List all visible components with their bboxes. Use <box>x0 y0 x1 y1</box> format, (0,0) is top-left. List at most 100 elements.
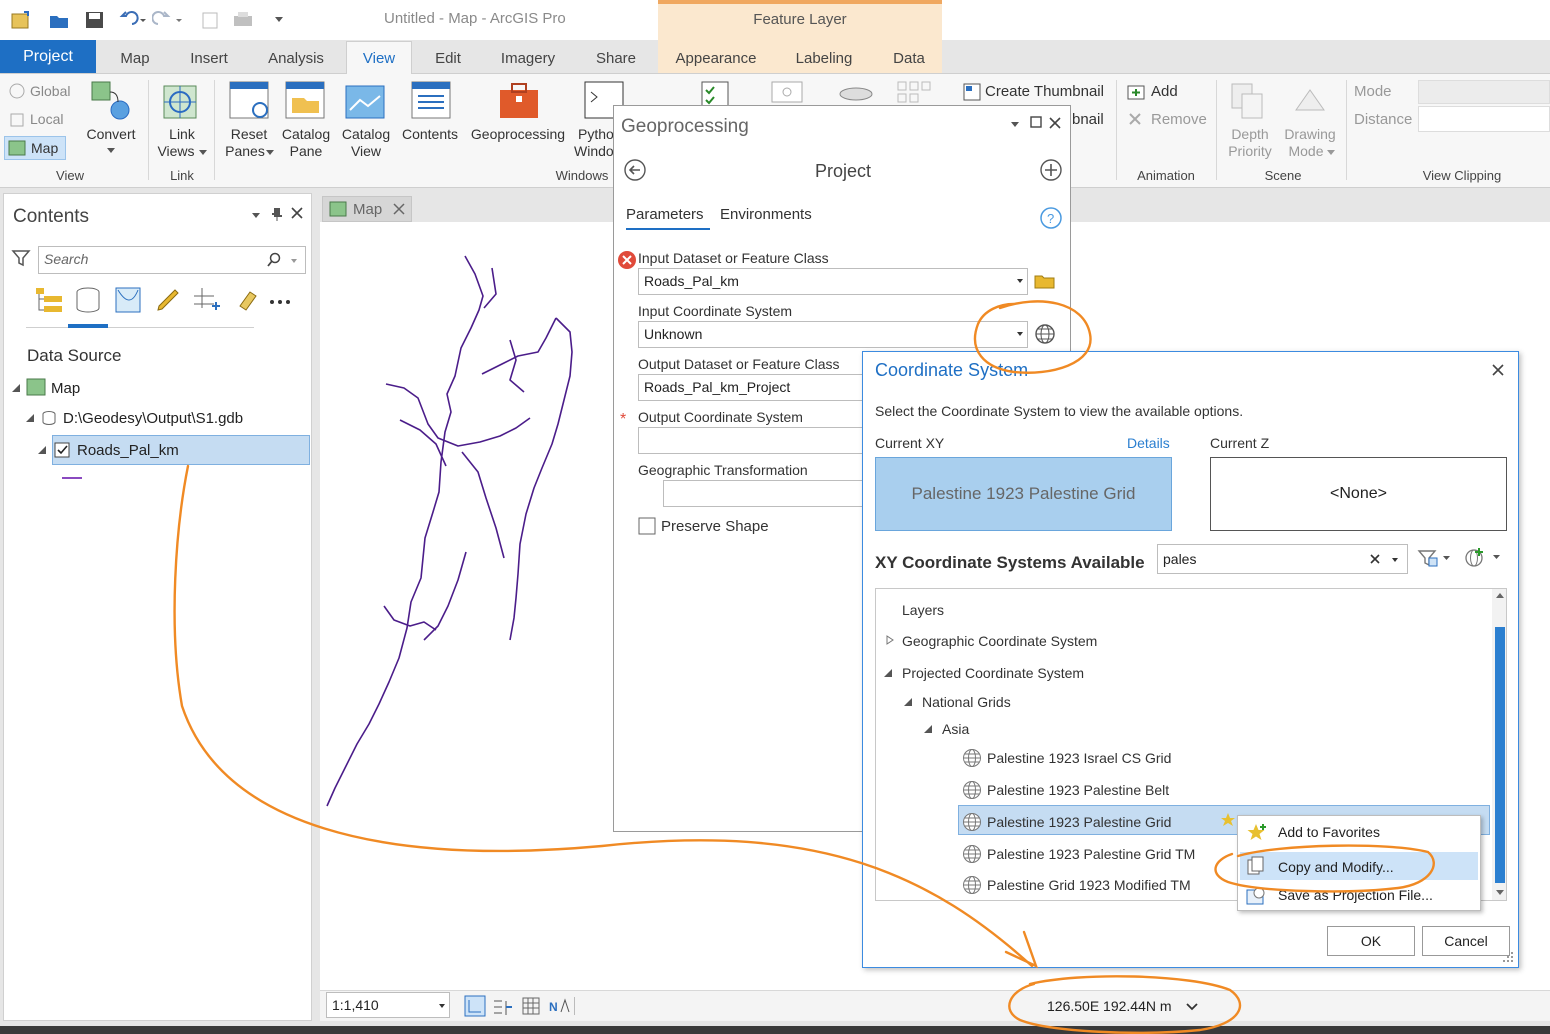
tree-geographic[interactable]: Geographic Coordinate System <box>902 633 1097 649</box>
details-link[interactable]: Details <box>1127 435 1170 451</box>
cancel-button[interactable]: Cancel <box>1422 926 1510 956</box>
tab-parameters[interactable]: Parameters <box>626 206 704 223</box>
tree-item-modified-tm[interactable]: Palestine Grid 1923 Modified TM <box>987 877 1191 893</box>
list-by-selection-icon[interactable] <box>114 286 142 314</box>
collapse-icon[interactable] <box>904 697 914 707</box>
chevron-down-icon[interactable] <box>290 258 298 264</box>
tab-edit[interactable]: Edit <box>424 44 472 74</box>
more-options-icon[interactable] <box>268 298 292 306</box>
tab-environments[interactable]: Environments <box>720 206 812 223</box>
scroll-up-icon[interactable] <box>1495 591 1505 599</box>
scroll-down-icon[interactable] <box>1495 889 1505 897</box>
geoprocessing-button[interactable]: Geoprocessing <box>466 126 570 143</box>
list-by-data-source-icon[interactable] <box>74 286 102 314</box>
tab-analysis[interactable]: Analysis <box>258 44 334 74</box>
toolbox-icon[interactable] <box>498 82 540 120</box>
scrollbar-thumb[interactable] <box>1495 627 1505 883</box>
open-project-icon[interactable] <box>48 10 70 30</box>
chevron-down-icon[interactable] <box>251 211 261 219</box>
tab-view[interactable]: View <box>346 41 412 74</box>
customize-toolbar-icon[interactable] <box>274 14 284 24</box>
input-dataset-field[interactable]: Roads_Pal_km <box>638 268 1028 295</box>
clipboard-icon[interactable] <box>200 10 220 30</box>
layer-icon[interactable] <box>836 82 876 106</box>
list-by-labeling-icon[interactable] <box>234 286 262 314</box>
reset-panes-icon[interactable] <box>228 80 270 122</box>
list-by-drawing-order-icon[interactable] <box>34 286 64 314</box>
clip-distance-input[interactable] <box>1418 106 1550 132</box>
tree-item-palestine-belt[interactable]: Palestine 1923 Palestine Belt <box>987 782 1169 798</box>
chevron-down-icon[interactable] <box>1016 331 1024 337</box>
tree-national-grids[interactable]: National Grids <box>922 694 1011 710</box>
close-icon[interactable] <box>1491 363 1505 377</box>
undo-icon[interactable] <box>116 10 146 30</box>
line-symbol-icon[interactable] <box>60 476 84 480</box>
print-icon[interactable] <box>232 10 254 30</box>
tab-labeling[interactable]: Labeling <box>786 44 862 74</box>
close-icon[interactable] <box>1048 116 1062 130</box>
tree-item-geodatabase[interactable]: D:\Geodesy\Output\S1.gdb <box>63 410 243 427</box>
resize-grip-icon[interactable] <box>1503 952 1515 964</box>
search-icon[interactable] <box>266 252 282 268</box>
collapse-icon[interactable] <box>26 413 36 423</box>
grid-icon[interactable] <box>896 80 932 106</box>
filter-icon[interactable] <box>11 248 31 268</box>
contents-button[interactable]: Contents <box>398 126 462 143</box>
local-button[interactable]: Local <box>30 111 63 128</box>
link-views-icon[interactable] <box>158 80 202 124</box>
list-by-editing-icon[interactable] <box>154 286 182 314</box>
tab-imagery[interactable]: Imagery <box>490 44 566 74</box>
tree-item-map[interactable]: Map <box>51 380 80 397</box>
chevron-down-icon[interactable] <box>1391 557 1399 563</box>
current-z-box[interactable]: <None> <box>1210 457 1507 531</box>
collapse-icon[interactable] <box>12 383 22 393</box>
remove-animation-button[interactable]: Remove <box>1151 111 1207 128</box>
tab-data[interactable]: Data <box>882 44 936 74</box>
catalog-pane-label-2[interactable]: Pane <box>278 143 334 160</box>
chevron-down-icon[interactable] <box>1010 120 1020 128</box>
filter-icon[interactable] <box>1417 548 1453 568</box>
add-coordinate-system-icon[interactable] <box>1463 546 1503 568</box>
add-animation-button[interactable]: Add <box>1151 83 1178 100</box>
save-icon[interactable] <box>84 10 106 30</box>
tab-insert[interactable]: Insert <box>178 44 240 74</box>
tree-projected[interactable]: Projected Coordinate System <box>902 665 1084 681</box>
catalog-view-label-2[interactable]: View <box>338 143 394 160</box>
tab-share[interactable]: Share <box>588 44 644 74</box>
add-icon[interactable] <box>1040 159 1062 181</box>
chevron-down-icon[interactable] <box>438 1003 446 1009</box>
tree-asia[interactable]: Asia <box>942 721 969 737</box>
catalog-pane-icon[interactable] <box>284 80 326 122</box>
input-cs-field[interactable]: Unknown <box>638 321 1028 348</box>
tree-item-palestine-grid-tm[interactable]: Palestine 1923 Palestine Grid TM <box>987 846 1195 862</box>
reset-panes-label-2[interactable]: Panes <box>220 143 270 160</box>
chevron-down-icon[interactable] <box>1016 278 1024 284</box>
grid-icon[interactable] <box>522 997 540 1015</box>
folder-icon[interactable] <box>1034 272 1056 290</box>
bookmark-icon[interactable] <box>770 80 804 104</box>
fixed-zoom-icon[interactable] <box>464 995 486 1017</box>
current-xy-box[interactable]: Palestine 1923 Palestine Grid <box>875 457 1172 531</box>
link-views-label[interactable]: Link <box>156 126 208 143</box>
tree-item-israel-cs-grid[interactable]: Palestine 1923 Israel CS Grid <box>987 750 1171 766</box>
north-arrow-icon[interactable]: N <box>548 996 570 1016</box>
collapse-icon[interactable] <box>38 445 48 455</box>
create-thumbnail-button[interactable]: Create Thumbnail <box>985 83 1104 100</box>
python-window-label[interactable]: Pytho <box>578 126 618 143</box>
menu-add-to-favorites[interactable]: Add to Favorites <box>1278 824 1380 840</box>
tree-layers[interactable]: Layers <box>902 602 944 618</box>
chevron-down-icon[interactable] <box>1186 1003 1198 1011</box>
depth-priority-label-2[interactable]: Priority <box>1222 143 1278 160</box>
preserve-shape-checkbox[interactable] <box>638 517 656 535</box>
tree-item-layer[interactable]: Roads_Pal_km <box>77 442 179 459</box>
catalog-view-icon[interactable] <box>344 80 386 122</box>
clip-mode-dropdown[interactable] <box>1418 80 1550 104</box>
tab-appearance[interactable]: Appearance <box>668 44 764 74</box>
coordinate-system-globe-icon[interactable] <box>1034 323 1056 345</box>
drawing-mode-icon[interactable] <box>1290 80 1332 122</box>
clear-search-icon[interactable] <box>1369 553 1381 565</box>
scale-field[interactable]: 1:1,410 <box>326 992 450 1018</box>
convert-icon[interactable] <box>90 80 132 122</box>
favorite-star-icon[interactable] <box>1220 812 1236 828</box>
close-icon[interactable] <box>393 203 405 215</box>
